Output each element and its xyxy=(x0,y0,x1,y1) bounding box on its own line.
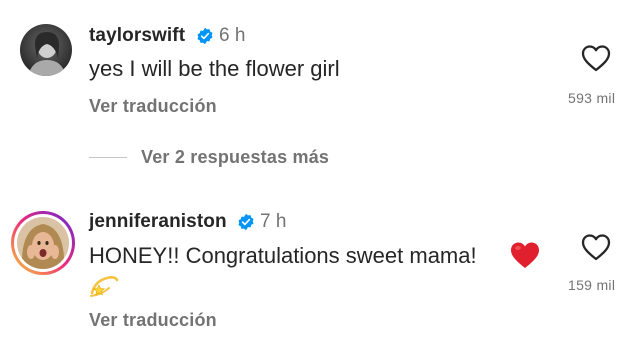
like-count: 159 mil xyxy=(568,277,616,293)
username[interactable]: jenniferaniston xyxy=(89,211,227,233)
like-heart-icon[interactable] xyxy=(581,233,611,261)
timestamp: 6 h xyxy=(219,25,246,46)
avatar[interactable] xyxy=(20,24,72,76)
translate-button[interactable]: Ver traducción xyxy=(89,310,217,331)
username[interactable]: taylorswift xyxy=(89,25,185,47)
translate-button[interactable]: Ver traducción xyxy=(89,96,217,117)
avatar[interactable] xyxy=(10,210,76,276)
view-replies-button[interactable]: Ver 2 respuestas más xyxy=(141,147,329,168)
heart-emoji-icon xyxy=(511,242,539,268)
timestamp: 7 h xyxy=(260,211,287,232)
comment-text: HONEY!! Congratulations sweet mama! xyxy=(89,243,477,268)
like-count: 593 mil xyxy=(568,90,616,106)
comment-text: yes I will be the flower girl xyxy=(89,56,340,81)
verified-badge-icon xyxy=(238,213,254,231)
avatar-story-ring-icon xyxy=(11,211,75,275)
comments-screen: taylorswift 6 h yes I will be the flower… xyxy=(0,0,642,348)
verified-badge-icon xyxy=(197,27,213,45)
avatar-photo-icon xyxy=(20,24,72,76)
replies-divider xyxy=(89,157,127,158)
dizzy-emoji-icon xyxy=(90,276,119,297)
like-heart-icon[interactable] xyxy=(581,44,611,72)
